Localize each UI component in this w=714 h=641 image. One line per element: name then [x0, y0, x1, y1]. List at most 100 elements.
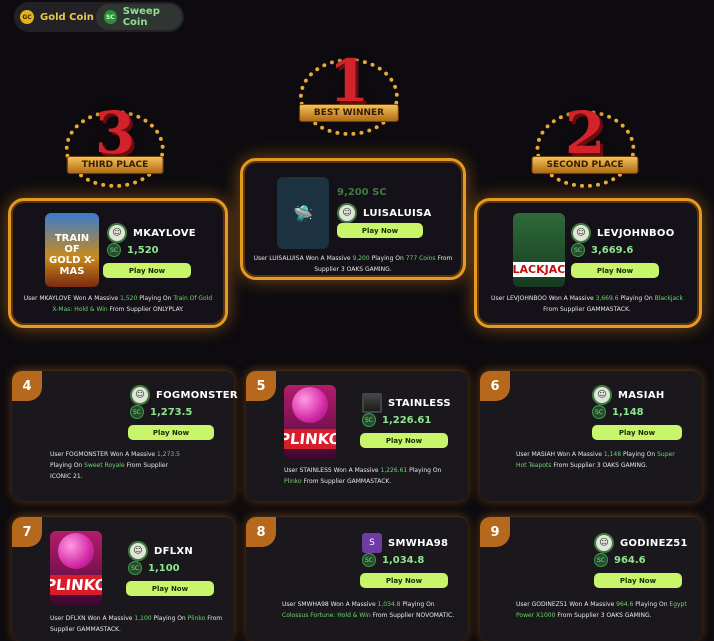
avatar-icon: ☺ — [107, 223, 127, 243]
win-amount: 964.6 — [614, 554, 646, 566]
sweep-coin-icon: SC — [594, 553, 608, 567]
winner-card-6: 6 ☺ MASIAH SC 1,148 Play Now User MASIAH… — [480, 370, 702, 501]
play-now-button[interactable]: Play Now — [360, 573, 448, 588]
win-amount: 3,669.6 — [591, 244, 634, 256]
sweep-coin-icon: SC — [362, 553, 376, 567]
rank-badge: 8 — [246, 517, 276, 547]
podium-second-place: BLACKJACK ☺ LEVJOHNBOO SC 3,669.6 Play N… — [474, 198, 702, 328]
amount-row: SC 1,100 — [128, 561, 180, 575]
gold-coin-label: Gold Coin — [40, 11, 94, 23]
amount-row: SC 1,273.5 — [130, 405, 192, 419]
win-amount: 1,100 — [148, 562, 180, 574]
play-now-button[interactable]: Play Now — [592, 425, 682, 440]
win-description: User LUISALUISA Won A Massive 9,200 Play… — [253, 255, 453, 273]
username: SMWHA98 — [388, 537, 449, 549]
sweep-coin-icon: SC — [130, 405, 144, 419]
user-row: ☺ MKAYLOVE — [107, 223, 196, 243]
first-place-badge: 1 BEST WINNER — [298, 47, 400, 136]
user-row: ☺ DFLXN — [128, 541, 193, 561]
game-thumbnail-777-coins[interactable]: 🛸 — [277, 177, 329, 249]
rank-ribbon: BEST WINNER — [298, 104, 400, 122]
user-row: ☺ GODINEZ51 — [594, 533, 688, 553]
gold-coin-icon: GC — [20, 10, 34, 24]
play-now-button[interactable]: Play Now — [128, 425, 214, 440]
user-row: ☺ FOGMONSTER — [130, 385, 238, 405]
username: LEVJOHNBOO — [597, 227, 675, 239]
win-description: User LEVJOHNBOO Won A Massive 3,669.6 Pl… — [491, 295, 683, 313]
username: STAINLESS — [388, 397, 451, 409]
podium-first-place: 🛸 9,200 SC ☺ LUISALUISA Play Now User LU… — [240, 158, 466, 280]
avatar-letter: S — [362, 533, 382, 553]
thumbnail-title: TRAIN OF GOLD X-MAS — [49, 233, 95, 277]
avatar-image — [362, 393, 382, 413]
win-description: User SMWHA98 Won A Massive 1,034.8 Playi… — [282, 601, 455, 619]
game-thumbnail-train-of-gold[interactable]: TRAIN OF GOLD X-MAS — [45, 213, 99, 287]
username: MASIAH — [618, 389, 665, 401]
sweep-coin-icon: SC — [362, 413, 376, 427]
thumbnail-title: PLINKO — [284, 429, 336, 449]
winner-card-4: 4 ☺ FOGMONSTER SC 1,273.5 Play Now User … — [12, 370, 238, 501]
win-description: User MASIAH Won A Massive 1,148 Playing … — [516, 451, 675, 469]
rank-badge: 9 — [480, 517, 510, 547]
game-thumbnail-plinko[interactable]: PLINKO — [284, 385, 336, 459]
ufo-icon: 🛸 — [293, 203, 313, 223]
play-now-button[interactable]: Play Now — [594, 573, 682, 588]
rank-badge: 7 — [12, 517, 42, 547]
amount-row: SC 1,148 — [592, 405, 644, 419]
avatar-icon: ☺ — [592, 385, 612, 405]
username: MKAYLOVE — [133, 227, 196, 239]
user-row: ☺ MASIAH — [592, 385, 665, 405]
third-place-badge: 3 THIRD PLACE — [64, 99, 165, 188]
win-amount: 1,034.8 — [382, 554, 425, 566]
currency-toggle: GC Gold Coin SC Sweep Coin — [14, 2, 184, 32]
play-now-button[interactable]: Play Now — [360, 433, 448, 448]
second-place-badge: 2 SECOND PLACE — [531, 99, 639, 188]
win-amount: 1,273.5 — [150, 406, 193, 418]
play-now-button[interactable]: Play Now — [571, 263, 659, 278]
win-amount: 1,148 — [612, 406, 644, 418]
user-row: ☺ LUISALUISA — [337, 203, 432, 223]
win-description: User GODINEZ51 Won A Massive 964.6 Playi… — [516, 601, 687, 619]
user-row: ☺ LEVJOHNBOO — [571, 223, 675, 243]
plinko-ball-icon — [292, 387, 328, 423]
rank-ribbon: THIRD PLACE — [66, 156, 164, 174]
win-amount: 1,226.61 — [382, 414, 432, 426]
user-row: S SMWHA98 — [362, 533, 448, 553]
win-description: User MKAYLOVE Won A Massive 1,520 Playin… — [23, 295, 213, 313]
avatar-icon: ☺ — [128, 541, 148, 561]
play-now-button[interactable]: Play Now — [103, 263, 191, 278]
sweep-coin-icon: SC — [107, 243, 121, 257]
plinko-ball-icon — [58, 533, 94, 569]
rank-number: 1 — [328, 47, 370, 115]
sweep-coin-icon: SC — [128, 561, 142, 575]
gold-coin-tab[interactable]: GC Gold Coin — [20, 4, 100, 30]
sweep-coin-icon: SC — [104, 10, 117, 24]
sweep-coin-tab[interactable]: SC Sweep Coin — [96, 4, 182, 30]
amount-row: SC 3,669.6 — [571, 243, 633, 257]
game-thumbnail-plinko[interactable]: PLINKO — [50, 531, 102, 605]
winner-card-9: 9 ☺ GODINEZ51 SC 964.6 Play Now User GOD… — [480, 516, 702, 641]
thumbnail-title: BLACKJACK — [513, 262, 565, 277]
amount-row: SC 1,034.8 — [362, 553, 424, 567]
username: DFLXN — [154, 545, 194, 557]
play-now-button[interactable]: Play Now — [337, 223, 423, 238]
winner-card-7: 7 PLINKO ☺ DFLXN SC 1,100 Play Now User … — [12, 516, 234, 641]
winner-card-8: 8 S SMWHA98 SC 1,034.8 Play Now User SMW… — [246, 516, 468, 641]
win-amount: 9,200 SC — [337, 187, 387, 198]
amount-row: SC 1,226.61 — [362, 413, 431, 427]
rank-number: 2 — [564, 99, 606, 167]
avatar-icon: ☺ — [337, 203, 357, 223]
play-now-button[interactable]: Play Now — [126, 581, 214, 596]
avatar-icon: ☺ — [571, 223, 591, 243]
rank-badge: 6 — [480, 371, 510, 401]
avatar-icon: ☺ — [594, 533, 614, 553]
rank-badge: 4 — [12, 371, 42, 401]
game-thumbnail-blackjack[interactable]: BLACKJACK — [513, 213, 565, 287]
sweep-coin-icon: SC — [571, 243, 585, 257]
username: FOGMONSTER — [156, 389, 238, 401]
amount-row: SC 964.6 — [594, 553, 646, 567]
winner-card-5: 5 PLINKO STAINLESS SC 1,226.61 Play Now … — [246, 370, 468, 501]
rank-ribbon: SECOND PLACE — [531, 156, 639, 174]
rank-number: 3 — [94, 99, 136, 167]
thumbnail-title: PLINKO — [50, 575, 102, 595]
